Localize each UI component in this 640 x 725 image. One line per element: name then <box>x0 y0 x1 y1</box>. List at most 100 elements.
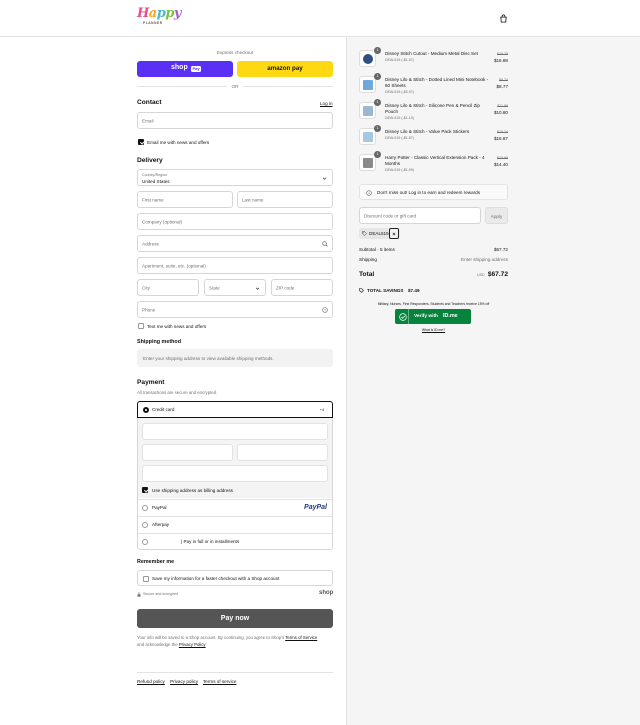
divider <box>137 672 333 673</box>
card-number-field[interactable] <box>142 423 328 440</box>
news-checkbox[interactable] <box>138 139 144 145</box>
email-field[interactable]: Email <box>137 112 333 129</box>
card-cvc-field[interactable] <box>237 444 328 461</box>
sms-checkbox[interactable] <box>138 323 144 329</box>
privacy-policy-link[interactable]: Privacy policy <box>170 679 198 684</box>
quantity-badge: 1 <box>374 125 381 132</box>
shop-pay-button[interactable]: shop Pay <box>137 61 233 77</box>
logo[interactable]: Happy PLANNER <box>137 6 181 32</box>
billing-checkbox[interactable] <box>142 487 148 493</box>
header: Happy PLANNER <box>0 0 640 37</box>
credit-card-option[interactable]: Credit card +4 <box>137 401 333 418</box>
remember-checkbox[interactable] <box>143 575 149 582</box>
product-price: $16.88 <box>493 58 508 63</box>
state-select[interactable]: State <box>204 279 266 296</box>
product-discount: DEAL515 (-$0.97) <box>385 90 414 94</box>
legal-text: Your info will be saved to a Shop accoun… <box>137 634 337 649</box>
shop-pay-badge: Pay <box>191 65 201 72</box>
payment-subtitle: All transactions are secure and encrypte… <box>137 390 218 395</box>
help-icon[interactable]: ? <box>322 307 328 313</box>
logo-sub: PLANNER <box>143 21 163 25</box>
address-field[interactable]: Address <box>137 235 333 252</box>
remember-label: Save my information for a faster checkou… <box>152 576 280 581</box>
city-field[interactable]: City <box>137 279 199 296</box>
apartment-placeholder: Apartment, suite, etc. (optional) <box>142 263 206 268</box>
zip-field[interactable]: ZIP code <box>271 279 333 296</box>
pay-now-button[interactable]: Pay now <box>137 609 333 628</box>
first-name-field[interactable]: First name <box>137 191 233 208</box>
terms-link[interactable]: Terms of Service <box>285 635 317 640</box>
legal-text-1: Your info will be saved to a Shop accoun… <box>137 635 286 640</box>
rewards-banner[interactable]: Don't miss out! Log in to earn and redee… <box>359 184 508 200</box>
quantity-badge: 1 <box>374 47 381 54</box>
company-field[interactable]: Company (optional) <box>137 213 333 230</box>
savings-label: TOTAL SAVINGS <box>367 288 404 293</box>
idme-button[interactable]: Verify with ID.me <box>395 309 471 324</box>
legal-text-2: and acknowledge the <box>137 642 179 648</box>
installments-option[interactable]: | Pay in full or in installments <box>138 534 332 550</box>
subtotal-label: Subtotal · 5 items <box>359 247 395 252</box>
product-name: Disney Lilo & Stitch - Dotted Lined Mini… <box>385 77 489 89</box>
card-expiry-field[interactable] <box>142 444 233 461</box>
product-price: $14.40 <box>493 162 508 167</box>
product-image <box>363 158 373 168</box>
shop-logo: shop <box>319 590 334 596</box>
divider <box>408 309 409 324</box>
privacy-link[interactable]: Privacy Policy <box>179 642 206 647</box>
last-name-placeholder: Last name <box>242 197 264 202</box>
quantity-badge: 1 <box>374 151 381 158</box>
tag-icon <box>359 288 364 293</box>
refund-policy-link[interactable]: Refund policy <box>137 679 165 684</box>
news-label: Email me with news and offers <box>147 140 210 145</box>
remember-option[interactable]: Save my information for a faster checkou… <box>137 570 333 586</box>
product-name: Disney Lilo & Stitch - Silicone Pen & Pe… <box>385 103 480 115</box>
product-price: $16.87 <box>493 136 508 141</box>
shipping-value: Enter shipping address <box>461 257 508 262</box>
contact-heading: Contact <box>137 99 162 106</box>
paypal-radio[interactable] <box>142 505 148 511</box>
country-select[interactable]: Country/Region United States <box>137 169 333 186</box>
compare-price: $11.99 <box>497 104 508 108</box>
divider <box>243 86 333 87</box>
product-thumbnail <box>359 128 376 145</box>
login-link[interactable]: Log in <box>320 101 333 106</box>
paypal-label: PayPal <box>152 505 167 510</box>
lock-icon <box>137 592 141 597</box>
compare-price: $9.74 <box>499 78 508 82</box>
terms-of-service-link[interactable]: Terms of service <box>203 679 236 684</box>
state-placeholder: State <box>209 285 220 290</box>
compare-price: $15.99 <box>497 156 508 160</box>
shield-check-icon <box>399 312 407 321</box>
phone-field[interactable]: Phone ? <box>137 301 333 318</box>
compare-price: $18.75 <box>497 52 508 56</box>
installments-radio[interactable] <box>142 539 148 545</box>
discount-tag: DEAL515 <box>359 228 400 239</box>
last-name-field[interactable]: Last name <box>237 191 333 208</box>
apartment-field[interactable]: Apartment, suite, etc. (optional) <box>137 257 333 274</box>
afterpay-option[interactable]: Afterpay <box>138 517 332 533</box>
remember-heading: Remember me <box>137 559 175 565</box>
bag-icon[interactable] <box>499 14 508 23</box>
discount-field[interactable]: Discount code or gift card <box>359 207 481 224</box>
credit-card-radio[interactable] <box>143 407 149 413</box>
shipping-notice-text: Enter your shipping address to view avai… <box>143 355 274 361</box>
country-label: Country/Region <box>142 173 167 177</box>
first-name-placeholder: First name <box>142 197 164 202</box>
pay-now-label: Pay now <box>220 614 250 622</box>
amazon-pay-button[interactable]: amazon pay <box>237 61 333 77</box>
apply-button[interactable]: Apply <box>485 207 508 224</box>
total-value: $67.72 <box>487 271 508 278</box>
sms-label: Text me with news and offers <box>147 324 207 329</box>
shop-pay-label: shop <box>171 64 188 71</box>
installments-label: | Pay in full or in installments <box>181 539 240 544</box>
discount-tag-code: DEAL515 <box>369 231 389 236</box>
remove-discount-button[interactable] <box>389 228 399 239</box>
product-image <box>363 80 373 90</box>
amazon-pay-label: amazon pay <box>267 65 303 72</box>
city-placeholder: City <box>142 285 150 290</box>
afterpay-radio[interactable] <box>142 522 148 528</box>
idme-link[interactable]: What is ID.me? <box>359 328 508 332</box>
paypal-option[interactable]: PayPal PayPal <box>138 500 332 516</box>
express-checkout-title: Express checkout <box>216 50 254 55</box>
card-name-field[interactable] <box>142 465 328 482</box>
